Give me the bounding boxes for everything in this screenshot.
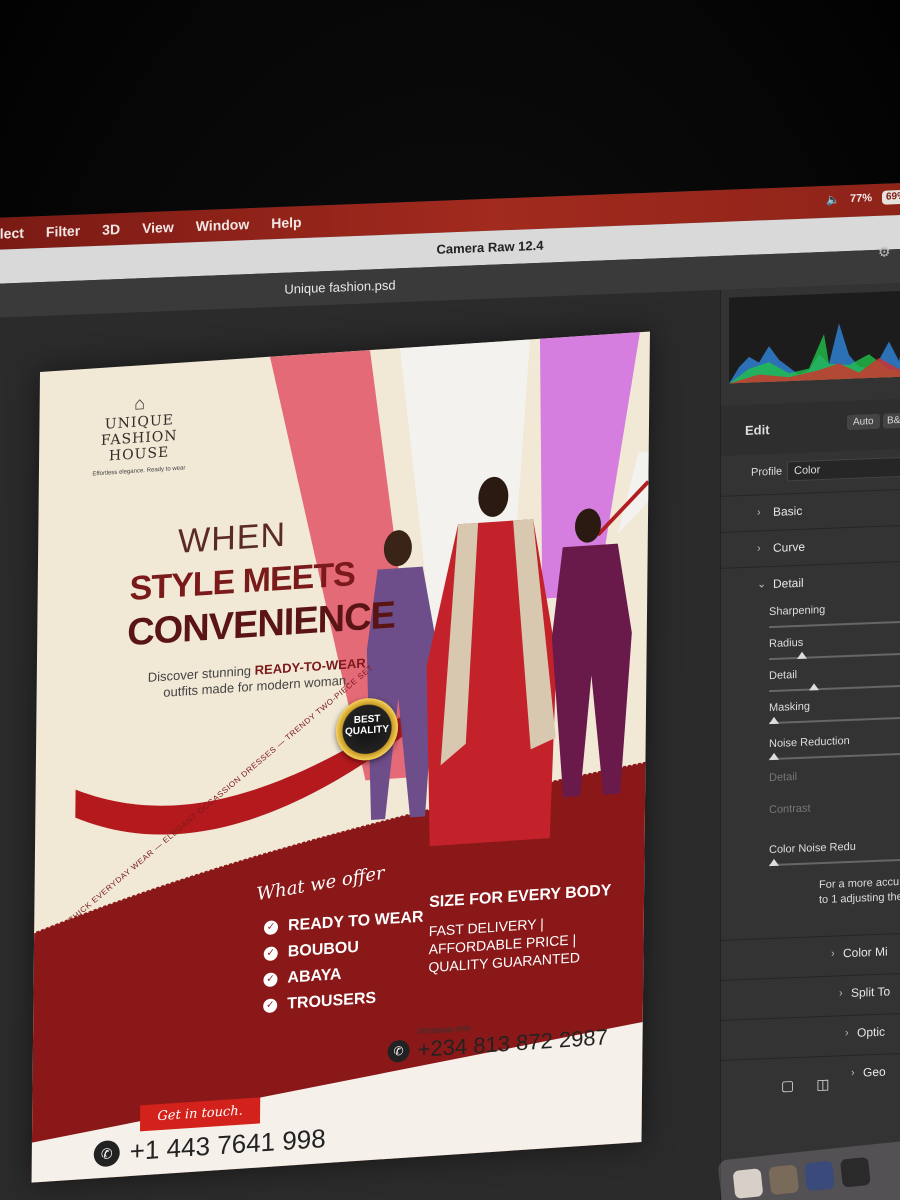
dock-app-icon[interactable] <box>804 1160 835 1192</box>
slider-thumb[interactable] <box>769 752 779 761</box>
noise-reduction-slider[interactable]: Noise Reduction <box>769 730 900 768</box>
phone-icon: ✆ <box>93 1139 120 1167</box>
profile-row: Profile Color ⌄ <box>721 450 900 490</box>
edit-header: Edit Auto B& <box>721 395 900 456</box>
check-icon: ✓ <box>263 946 278 962</box>
section-split-toning[interactable]: › Split To <box>721 969 900 1014</box>
logo-text: UNIQUE FASHION HOUSE <box>100 412 178 465</box>
battery-icon[interactable]: 69% <box>881 189 900 205</box>
nr-detail-label: Detail <box>769 770 798 785</box>
profile-select[interactable]: Color <box>787 456 900 482</box>
slider-thumb[interactable] <box>769 858 779 867</box>
auto-button[interactable]: Auto <box>847 413 880 431</box>
poster-canvas: ⌂ UNIQUE FASHION HOUSE Effortless elegan… <box>31 331 650 1183</box>
square-icon[interactable]: ▢ <box>781 1077 794 1095</box>
profile-label: Profile <box>751 465 783 479</box>
histogram <box>729 289 900 384</box>
color-noise-slider[interactable]: Color Noise Redu <box>769 836 900 874</box>
chevron-right-icon: › <box>757 542 761 555</box>
brand-logo: ⌂ UNIQUE FASHION HOUSE Effortless elegan… <box>89 390 190 478</box>
dock-app-icon[interactable] <box>732 1168 764 1199</box>
check-icon: ✓ <box>263 920 279 936</box>
photo-background: elect Filter 3D View Window Help 🔈 77% 6… <box>0 0 900 1200</box>
slider-thumb[interactable] <box>769 716 779 725</box>
menubar-status: 🔈 77% 69% <box>826 189 900 207</box>
nr-detail-slider: Detail <box>769 764 900 802</box>
slider-track <box>769 651 900 661</box>
chevron-right-icon: › <box>757 506 761 519</box>
menu-view[interactable]: View <box>142 219 174 236</box>
section-basic[interactable]: › Basic <box>721 485 900 530</box>
check-icon: ✓ <box>263 998 278 1014</box>
document-title[interactable]: Unique fashion.psd <box>284 277 395 296</box>
menu-filter[interactable]: Filter <box>46 223 80 240</box>
radius-slider[interactable]: Radius <box>769 630 900 668</box>
bw-button[interactable]: B& <box>883 412 900 429</box>
sharpening-label: Sharpening <box>769 603 826 619</box>
whatsapp-icon: ✆ <box>387 1039 410 1063</box>
dock-app-icon[interactable] <box>839 1156 871 1188</box>
volume-icon[interactable]: 🔈 <box>826 193 840 207</box>
masking-slider[interactable]: Masking <box>769 694 900 732</box>
masking-label: Masking <box>769 700 810 715</box>
battery-percent: 77% <box>849 192 872 205</box>
dock-app-icon[interactable] <box>768 1164 800 1196</box>
detail-slider[interactable]: Detail <box>769 662 900 700</box>
edit-panel: Edit Auto B& Profile Color ⌄ ›Basic ›Cur… <box>720 279 900 1200</box>
compare-icon[interactable]: ◫ <box>816 1076 829 1094</box>
model-right <box>551 508 632 798</box>
nr-contrast-slider: Contrast <box>769 796 900 834</box>
histogram-graph <box>729 310 900 384</box>
slider-thumb[interactable] <box>797 651 807 659</box>
chevron-right-icon: › <box>839 987 843 1000</box>
slider-track <box>769 751 900 761</box>
slider-track <box>769 857 900 867</box>
slider-thumb[interactable] <box>809 683 819 691</box>
menu-help[interactable]: Help <box>271 214 301 231</box>
chevron-down-icon: ⌄ <box>757 578 767 591</box>
slider-track <box>769 715 900 725</box>
ray-white-small <box>617 451 649 534</box>
chevron-right-icon: › <box>831 947 835 960</box>
chevron-right-icon: › <box>845 1027 849 1040</box>
gear-icon[interactable]: ⚙ <box>878 243 892 259</box>
section-color-mixer[interactable]: › Color Mi <box>721 929 900 974</box>
preview-note: For a more accu preview size to 1 adjust… <box>819 874 900 907</box>
slider-track <box>769 619 900 629</box>
color-noise-label: Color Noise Redu <box>769 840 856 857</box>
sharpening-slider[interactable]: Sharpening <box>769 598 900 636</box>
slider-track <box>769 683 900 693</box>
radius-label: Radius <box>769 636 804 651</box>
noise-reduction-label: Noise Reduction <box>769 734 850 751</box>
menu-window[interactable]: Window <box>196 216 250 234</box>
panel-bottom-icons: ▢ ◫ <box>781 1076 829 1095</box>
edit-label: Edit <box>745 422 770 438</box>
section-optics[interactable]: › Optic <box>721 1009 900 1054</box>
headline-when: WHEN <box>177 515 287 561</box>
nr-contrast-label: Contrast <box>769 802 811 817</box>
chevron-right-icon: › <box>851 1066 855 1079</box>
detail-label: Detail <box>769 668 798 683</box>
check-icon: ✓ <box>263 972 278 988</box>
menu-3d[interactable]: 3D <box>102 221 120 238</box>
menu-select[interactable]: elect <box>0 225 24 242</box>
